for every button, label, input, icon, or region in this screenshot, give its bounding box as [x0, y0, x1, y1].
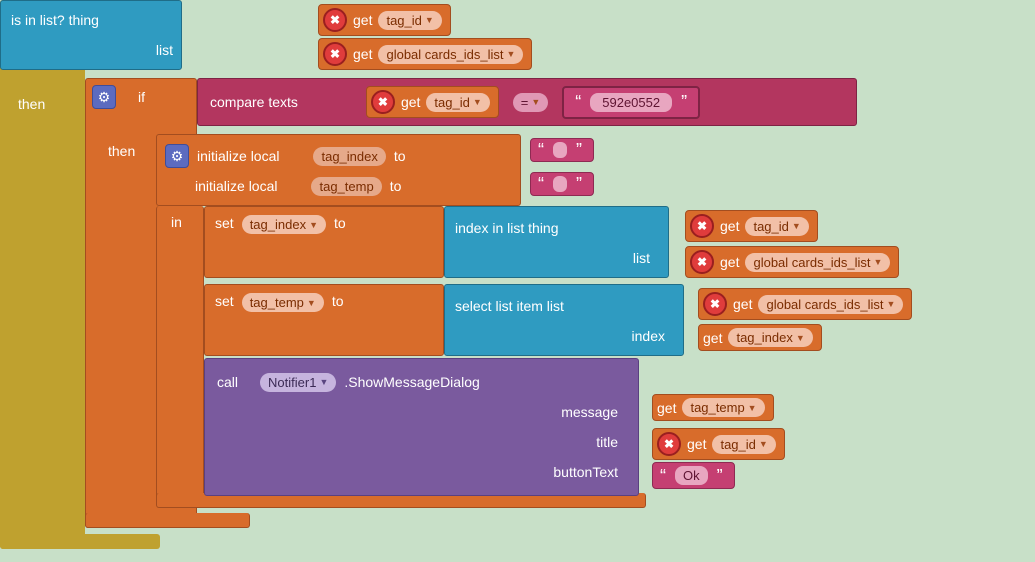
get-keyword: get — [657, 400, 676, 416]
index-label: index — [632, 328, 665, 344]
var-dropdown[interactable]: tag_index▼ — [728, 328, 812, 347]
param-buttontext: buttonText — [553, 464, 618, 480]
select-label: select list item list — [455, 298, 564, 314]
text-literal-empty[interactable]: “” — [530, 172, 594, 196]
error-icon — [703, 292, 727, 316]
method-name: .ShowMessageDialog — [344, 374, 479, 390]
outer-if-bottom — [0, 534, 160, 549]
text-literal-ok[interactable]: “ Ok ” — [652, 462, 735, 489]
open-quote: “ — [657, 469, 669, 483]
get-tag-temp-block[interactable]: get tag_temp▼ — [652, 394, 774, 421]
get-keyword: get — [401, 94, 420, 110]
get-tag-id-block[interactable]: get tag_id▼ — [366, 86, 499, 118]
get-cards-list-block[interactable]: get global cards_ids_list▼ — [698, 288, 912, 320]
gear-icon[interactable]: ⚙ — [92, 85, 116, 109]
error-icon — [323, 8, 347, 32]
set-keyword: set — [215, 215, 234, 231]
list-label: list — [633, 250, 650, 266]
text-value[interactable]: 592e0552 — [590, 93, 672, 112]
var-dropdown[interactable]: tag_temp▼ — [242, 293, 324, 312]
open-quote: “ — [572, 95, 584, 109]
list-label: list — [156, 42, 173, 58]
var-dropdown[interactable]: global cards_ids_list▼ — [378, 45, 523, 64]
set-tag-temp-block[interactable]: set tag_temp▼ to — [204, 284, 444, 356]
to-keyword: to — [334, 215, 346, 231]
operator-dropdown[interactable]: =▼ — [513, 93, 549, 112]
compare-texts-block[interactable]: compare texts get tag_id▼ =▼ “ 592e0552 … — [197, 78, 857, 126]
outer-if-block[interactable]: ⚙ if then — [0, 0, 85, 549]
get-tag-id-block[interactable]: get tag_id▼ — [318, 4, 451, 36]
var-dropdown[interactable]: tag_temp▼ — [682, 398, 764, 417]
get-keyword: get — [687, 436, 706, 452]
close-quote: ” — [714, 469, 726, 483]
close-quote: ” — [678, 95, 690, 109]
get-tag-id-block[interactable]: get tag_id▼ — [652, 428, 785, 460]
get-keyword: get — [353, 46, 372, 62]
param-title: title — [596, 434, 618, 450]
text-value[interactable] — [553, 142, 567, 158]
var-dropdown[interactable]: tag_id▼ — [426, 93, 489, 112]
init-label: initialize local — [197, 148, 279, 164]
to-keyword: to — [332, 293, 344, 309]
var-dropdown[interactable]: tag_index▼ — [242, 215, 326, 234]
error-icon — [690, 214, 714, 238]
init-local-block[interactable]: ⚙ initialize local tag_index to initiali… — [156, 134, 521, 206]
set-keyword: set — [215, 293, 234, 309]
var-dropdown[interactable]: tag_id▼ — [378, 11, 441, 30]
var-dropdown[interactable]: tag_id▼ — [745, 217, 808, 236]
index-label: index in list thing — [455, 220, 559, 236]
var-name[interactable]: tag_index — [313, 147, 385, 166]
var-dropdown[interactable]: tag_id▼ — [712, 435, 775, 454]
to-keyword: to — [394, 148, 406, 164]
var-name[interactable]: tag_temp — [311, 177, 381, 196]
inner-if-bottom — [85, 513, 250, 528]
gear-icon[interactable]: ⚙ — [165, 144, 189, 168]
get-keyword: get — [703, 330, 722, 346]
is-in-list-block[interactable]: is in list? thing list — [0, 0, 182, 70]
set-tag-index-block[interactable]: set tag_index▼ to — [204, 206, 444, 278]
init-label: initialize local — [195, 178, 277, 194]
var-dropdown[interactable]: global cards_ids_list▼ — [758, 295, 903, 314]
if-keyword: if — [138, 89, 145, 105]
text-value[interactable] — [553, 176, 567, 192]
text-value[interactable]: Ok — [675, 466, 708, 485]
error-icon — [371, 90, 395, 114]
get-keyword: get — [733, 296, 752, 312]
var-dropdown[interactable]: global cards_ids_list▼ — [745, 253, 890, 272]
to-keyword: to — [390, 178, 402, 194]
get-cards-list-block[interactable]: get global cards_ids_list▼ — [318, 38, 532, 70]
compare-label: compare texts — [210, 94, 298, 110]
index-in-list-block[interactable]: index in list thing list — [444, 206, 669, 278]
call-notifier-block[interactable]: call Notifier1▼ .ShowMessageDialog messa… — [204, 358, 639, 496]
get-keyword: get — [720, 254, 739, 270]
text-literal-empty[interactable]: “” — [530, 138, 594, 162]
param-message: message — [561, 404, 618, 420]
get-tag-index-block[interactable]: get tag_index▼ — [698, 324, 822, 351]
get-keyword: get — [353, 12, 372, 28]
get-keyword: get — [720, 218, 739, 234]
in-keyword: in — [171, 214, 182, 230]
call-keyword: call — [217, 374, 238, 390]
get-tag-id-block[interactable]: get tag_id▼ — [685, 210, 818, 242]
error-icon — [657, 432, 681, 456]
error-icon — [690, 250, 714, 274]
error-icon — [323, 42, 347, 66]
is-in-list-label: is in list? thing — [11, 12, 99, 28]
select-list-item-block[interactable]: select list item list index — [444, 284, 684, 356]
text-literal-block[interactable]: “ 592e0552 ” — [562, 86, 700, 119]
in-section: in — [156, 206, 204, 506]
component-dropdown[interactable]: Notifier1▼ — [260, 373, 336, 392]
get-cards-list-block[interactable]: get global cards_ids_list▼ — [685, 246, 899, 278]
